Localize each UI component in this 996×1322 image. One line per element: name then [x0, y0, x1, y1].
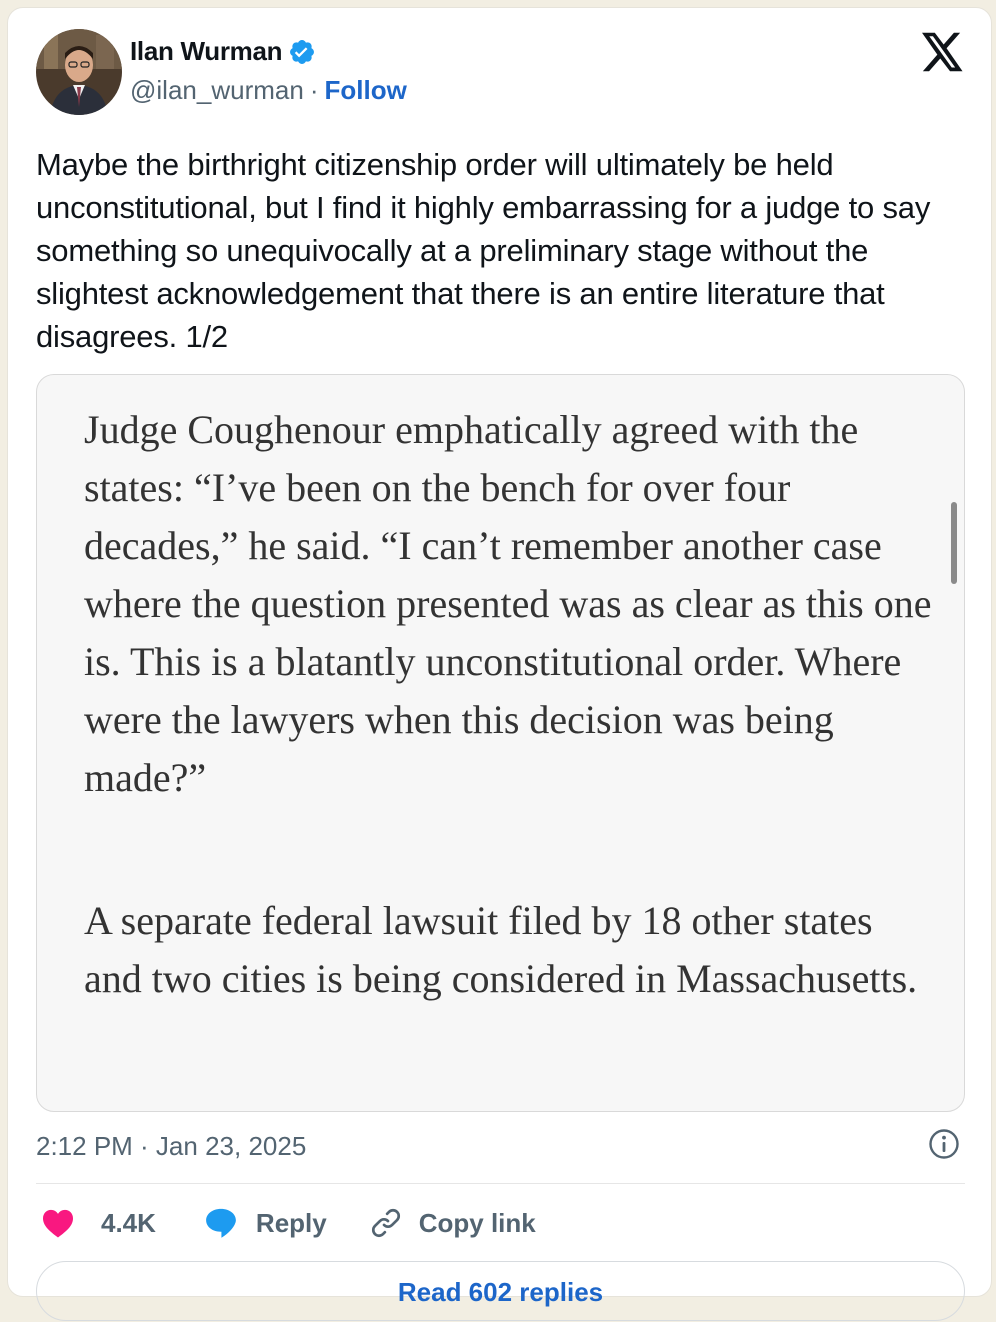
quote-paragraph-2: A separate federal lawsuit filed by 18 o…	[84, 898, 918, 1001]
author-handle-row: @ilan_wurman · Follow	[130, 75, 407, 106]
info-icon[interactable]	[928, 1128, 960, 1160]
link-icon	[369, 1206, 403, 1240]
divider	[36, 1183, 965, 1184]
heart-icon	[41, 1208, 75, 1238]
avatar[interactable]	[36, 29, 122, 115]
tweet-text: Maybe the birthright citizenship order w…	[36, 147, 931, 354]
copy-link-label: Copy link	[418, 1207, 536, 1238]
follow-button[interactable]: Follow	[324, 75, 406, 106]
quote-paragraph-1: Judge Coughenour emphatically agreed wit…	[84, 407, 932, 800]
reply-button[interactable]: Reply	[204, 1207, 327, 1239]
like-button[interactable]: 4.4K	[41, 1208, 156, 1239]
read-replies-button[interactable]: Read 602 replies	[36, 1261, 965, 1321]
quote-image-card[interactable]: Judge Coughenour emphatically agreed wit…	[36, 374, 965, 1112]
author-display-name[interactable]: Ilan Wurman	[130, 36, 283, 67]
copy-link-button[interactable]: Copy link	[369, 1206, 536, 1240]
author-name-row: Ilan Wurman	[130, 36, 316, 67]
tweet-actions: 4.4K Reply Copy link	[41, 1203, 536, 1243]
tweet-card: Ilan Wurman @ilan_wurman · Follow Maybe …	[7, 7, 992, 1321]
x-logo-icon[interactable]	[922, 32, 964, 72]
scrollbar-thumb[interactable]	[951, 502, 957, 584]
handle-separator: ·	[309, 75, 319, 105]
reply-bubble-icon	[204, 1207, 238, 1239]
reply-label: Reply	[255, 1207, 327, 1238]
verified-badge-icon	[288, 38, 316, 66]
tweet-timestamp[interactable]: 2:12 PM · Jan 23, 2025	[36, 1131, 306, 1162]
avatar-image	[36, 29, 122, 115]
author-handle[interactable]: @ilan_wurman	[130, 75, 304, 106]
like-count: 4.4K	[101, 1207, 156, 1238]
